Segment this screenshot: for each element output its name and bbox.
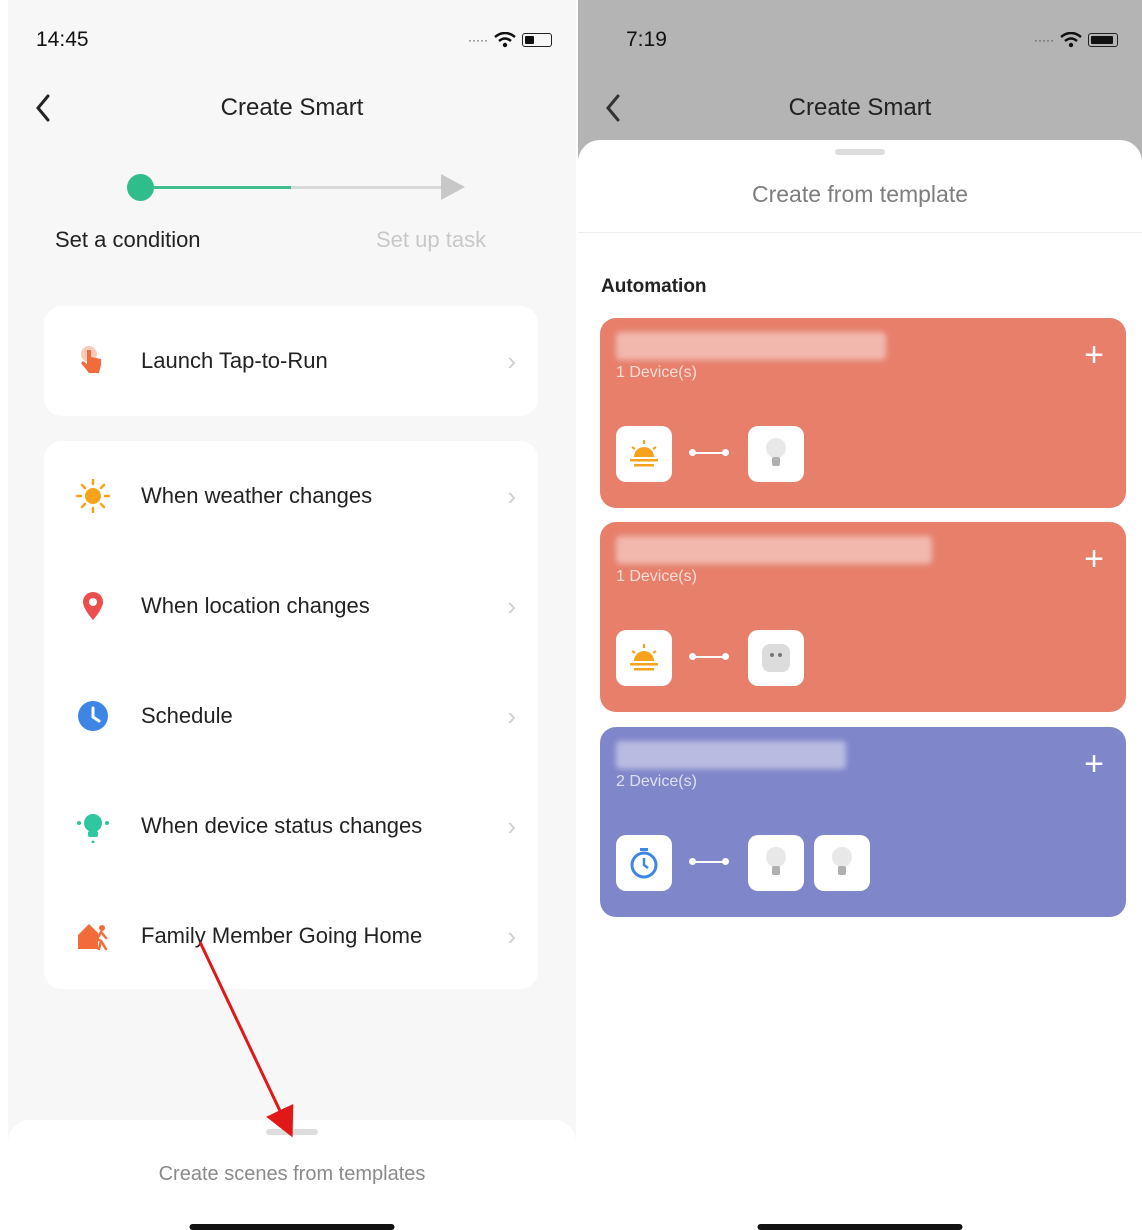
add-template-button[interactable]: + bbox=[1084, 338, 1104, 372]
left-screen: 14:45 ····· Create Smart Set a condition… bbox=[8, 0, 576, 1230]
smart-plug-icon bbox=[748, 630, 804, 686]
timer-icon bbox=[616, 835, 672, 891]
device-count: 1 Device(s) bbox=[616, 568, 697, 585]
divider bbox=[578, 232, 1142, 233]
dimmed-background bbox=[578, 0, 1142, 160]
sheet-title: Create from template bbox=[751, 181, 969, 207]
link-arrow-icon bbox=[689, 858, 729, 865]
light-bulb-device-icon bbox=[748, 426, 804, 482]
page-title: Create Smart bbox=[788, 94, 932, 121]
link-arrow-icon bbox=[689, 653, 729, 660]
sunrise-icon bbox=[616, 426, 672, 482]
sheet-handle[interactable] bbox=[835, 149, 885, 155]
blurred-title bbox=[616, 332, 886, 360]
annotation-arrow bbox=[198, 941, 294, 1138]
section-automation: Automation bbox=[601, 276, 707, 297]
sunrise-icon bbox=[616, 630, 672, 686]
light-bulb-device-icon bbox=[748, 835, 804, 891]
right-screen: 7:19 ····· Create Smart Create from temp… bbox=[578, 0, 1142, 1230]
device-count: 2 Device(s) bbox=[616, 773, 697, 790]
status-icons: ····· bbox=[1034, 32, 1118, 48]
signal-icon: ····· bbox=[1034, 33, 1054, 47]
status-time: 7:19 bbox=[626, 28, 667, 51]
blurred-title bbox=[616, 536, 932, 564]
template-card[interactable]: 1 Device(s) + bbox=[600, 522, 1126, 712]
template-card[interactable]: 1 Device(s) + bbox=[600, 318, 1126, 508]
link-arrow-icon bbox=[689, 449, 729, 456]
blurred-title bbox=[616, 741, 846, 769]
light-bulb-device-icon bbox=[814, 835, 870, 891]
home-indicator bbox=[757, 1224, 963, 1230]
add-template-button[interactable]: + bbox=[1084, 542, 1104, 576]
add-template-button[interactable]: + bbox=[1084, 747, 1104, 781]
battery-icon bbox=[1088, 33, 1118, 47]
template-card[interactable]: 2 Device(s) + bbox=[600, 727, 1126, 917]
wifi-icon bbox=[1060, 32, 1082, 48]
device-count: 1 Device(s) bbox=[616, 364, 697, 381]
